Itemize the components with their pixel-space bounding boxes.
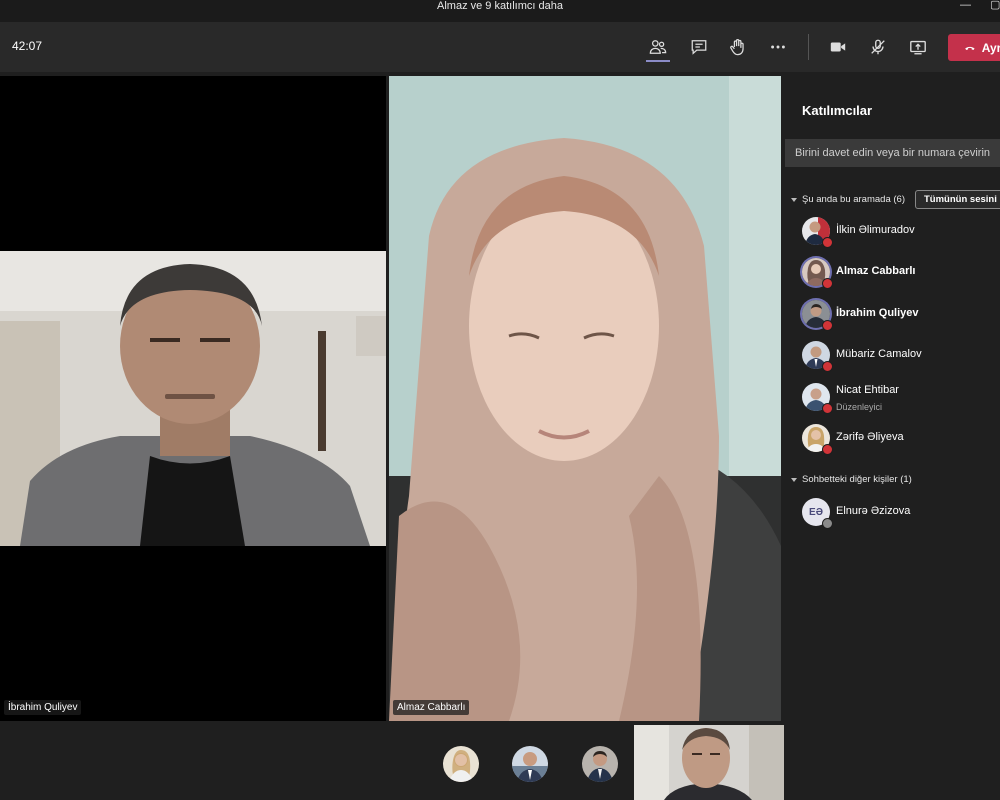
participant-row[interactable]: EƏ Elnurə Əzizova — [802, 496, 1000, 530]
participant-row[interactable]: İbrahim Quliyev — [802, 298, 1000, 332]
maximize-icon[interactable]: ▢ — [990, 0, 1000, 11]
participant-row[interactable]: Almaz Cabbarlı — [802, 256, 1000, 290]
chat-icon[interactable] — [686, 34, 712, 60]
offline-status-icon — [822, 518, 833, 529]
participant-name: Nicat Ehtibar — [836, 384, 899, 396]
video-tile-ibrahim[interactable]: İbrahim Quliyev — [0, 76, 386, 721]
participant-row[interactable]: Zərifə Əliyeva — [802, 422, 1000, 456]
others-section-header[interactable]: Sohbetteki diğer kişiler (1) — [791, 474, 912, 485]
mic-muted-icon — [822, 403, 833, 414]
participant-name-tag: Almaz Cabbarlı — [393, 700, 470, 715]
share-screen-icon[interactable] — [905, 34, 931, 60]
collapse-caret-icon — [791, 197, 797, 202]
participant-thumbnail[interactable] — [512, 746, 548, 782]
others-section-label: Sohbetteki diğer kişiler (1) — [802, 474, 912, 485]
camera-icon[interactable] — [825, 34, 851, 60]
participants-panel: Katılımcılar Birini davet edin veya bir … — [785, 72, 1000, 800]
video-stage: İbrahim Quliyev Almaz Cabbarlı — [0, 72, 785, 800]
participant-role: Düzenleyici — [836, 402, 883, 412]
participant-name: İbrahim Quliyev — [836, 307, 919, 319]
participant-thumbnail[interactable] — [582, 746, 618, 782]
toolbar-divider — [808, 34, 809, 60]
video-tile-almaz[interactable]: Almaz Cabbarlı — [389, 76, 781, 721]
minimize-icon[interactable]: — — [960, 0, 971, 11]
video-feed — [634, 725, 784, 800]
mic-muted-icon — [822, 361, 833, 372]
participants-icon[interactable] — [645, 34, 671, 60]
meeting-toolbar: 42:07 Ayrıl — [0, 22, 1000, 72]
participant-row[interactable]: İlkin Əlimuradov — [802, 215, 1000, 249]
participant-name: İlkin Əlimuradov — [836, 224, 915, 236]
hangup-icon — [965, 46, 975, 50]
mute-all-button[interactable]: Tümünün sesini kapat — [915, 190, 1000, 209]
participant-row[interactable]: Mübariz Camalov — [802, 339, 1000, 373]
participant-name-tag: İbrahim Quliyev — [4, 700, 82, 715]
collapse-caret-icon — [791, 477, 797, 482]
in-call-section-label: Şu anda bu aramada (6) — [802, 194, 905, 205]
leave-button[interactable]: Ayrıl — [948, 34, 1000, 61]
participant-name: Mübariz Camalov — [836, 348, 922, 360]
participant-name: Elnurə Əzizova — [836, 505, 911, 517]
window-titlebar: Almaz ve 9 katılımcı daha — ▢ — [0, 0, 1000, 22]
mic-muted-icon — [822, 237, 833, 248]
panel-title: Katılımcılar — [802, 103, 873, 118]
in-call-section-header[interactable]: Şu anda bu aramada (6) — [791, 194, 905, 205]
video-feed — [0, 76, 386, 721]
participant-name: Almaz Cabbarlı — [836, 265, 916, 277]
video-feed — [389, 76, 781, 721]
more-options-icon[interactable] — [765, 34, 791, 60]
invite-input[interactable]: Birini davet edin veya bir numara çeviri… — [785, 139, 1000, 167]
mic-muted-icon — [822, 320, 833, 331]
call-timer: 42:07 — [12, 39, 43, 53]
participant-thumbnail[interactable] — [443, 746, 479, 782]
raise-hand-icon[interactable] — [725, 34, 751, 60]
mic-off-icon[interactable] — [865, 34, 891, 60]
active-tab-indicator — [646, 60, 670, 62]
mic-muted-icon — [822, 278, 833, 289]
self-view-video[interactable] — [634, 725, 784, 800]
window-title: Almaz ve 9 katılımcı daha — [437, 0, 563, 12]
leave-button-label: Ayrıl — [981, 40, 1000, 55]
mic-muted-icon — [822, 444, 833, 455]
participant-row[interactable]: Nicat Ehtibar Düzenleyici — [802, 381, 1000, 415]
participant-name: Zərifə Əliyeva — [836, 431, 904, 443]
